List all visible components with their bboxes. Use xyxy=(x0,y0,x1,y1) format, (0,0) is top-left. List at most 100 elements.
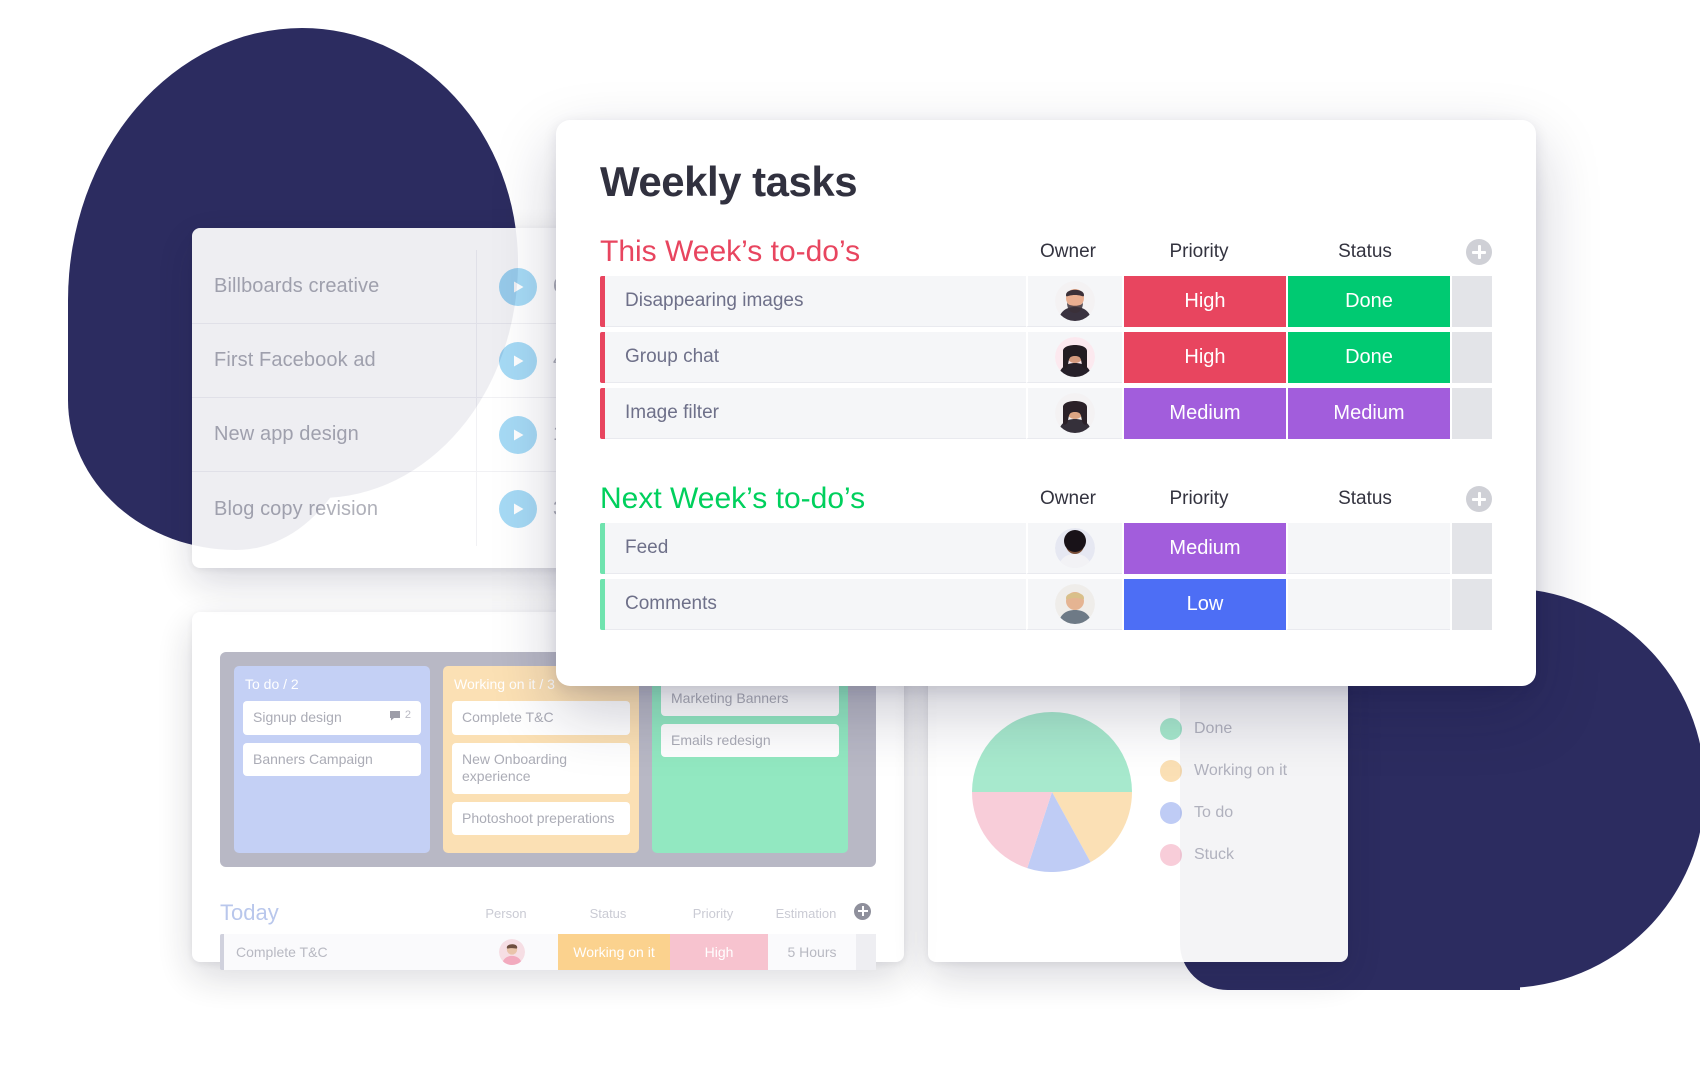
legend-label: Stuck xyxy=(1194,846,1235,863)
today-person-cell[interactable] xyxy=(466,934,558,970)
status-cell[interactable]: Done xyxy=(1286,276,1450,327)
column-header-priority: Priority xyxy=(1169,488,1229,509)
owner-cell[interactable] xyxy=(1026,579,1122,630)
kanban-card-label: Signup design xyxy=(253,709,342,725)
task-name: Image filter xyxy=(605,388,1026,439)
avatar xyxy=(1055,528,1095,568)
kanban-card-label: Emails redesign xyxy=(671,731,771,748)
today-col-estimation: Estimation xyxy=(775,905,837,921)
timer-task-name: First Facebook ad xyxy=(214,349,376,371)
avatar xyxy=(1055,584,1095,624)
column-header-status: Status xyxy=(1338,241,1392,262)
legend-item: Stuck xyxy=(1160,844,1287,866)
play-icon[interactable] xyxy=(499,490,537,528)
plus-circle-icon[interactable] xyxy=(1466,486,1492,512)
column-header-status: Status xyxy=(1338,488,1392,509)
kanban-column-title: To do / 2 xyxy=(245,676,299,692)
column-header-owner: Owner xyxy=(1040,488,1096,509)
today-task-row[interactable]: Complete T&C Working on it High 5 Hours xyxy=(220,934,876,970)
kanban-card-label: Marketing Banners xyxy=(671,690,789,706)
owner-cell[interactable] xyxy=(1026,276,1122,327)
section-title: This Week’s to-do’s xyxy=(600,235,861,268)
legend-swatch xyxy=(1160,718,1182,740)
column-header-owner: Owner xyxy=(1040,241,1096,262)
timer-task-name: Billboards creative xyxy=(214,275,380,297)
kanban-card-item[interactable]: Complete T&C xyxy=(452,701,630,735)
plus-circle-icon[interactable] xyxy=(854,902,876,922)
status-cell[interactable]: Done xyxy=(1286,332,1450,383)
task-name: Comments xyxy=(605,579,1026,630)
priority-cell[interactable]: High xyxy=(1122,276,1286,327)
kanban-card-label: Complete T&C xyxy=(462,709,554,725)
kanban-column: Marketing Banners Emails redesign xyxy=(652,666,848,853)
section-header: This Week’s to-do’s Owner Priority Status xyxy=(600,228,1492,276)
today-col-status: Status xyxy=(589,905,627,921)
composite-illustration: Billboards creative6h 55mFirst Facebook … xyxy=(0,0,1700,1085)
priority-cell[interactable]: Medium xyxy=(1122,388,1286,439)
today-label: Today xyxy=(220,900,279,925)
timer-task-name: New app design xyxy=(214,423,359,445)
task-name: Disappearing images xyxy=(605,276,1026,327)
today-row-tail xyxy=(856,934,876,970)
today-status-cell[interactable]: Working on it xyxy=(558,934,670,970)
kanban-card-item[interactable]: Signup design 2 xyxy=(243,701,421,735)
task-table: Feed Medium Comments Low xyxy=(600,523,1492,630)
kanban-card-label: Banners Campaign xyxy=(253,750,373,767)
kanban-card-item[interactable]: Photoshoot preperations xyxy=(452,801,630,835)
avatar xyxy=(1055,281,1095,321)
today-task-name: Complete T&C xyxy=(224,934,466,970)
status-cell[interactable]: Medium xyxy=(1286,388,1450,439)
today-col-person: Person xyxy=(485,905,527,921)
comment-count: 2 xyxy=(404,709,411,721)
owner-cell[interactable] xyxy=(1026,388,1122,439)
legend-item: To do xyxy=(1160,802,1287,824)
priority-cell[interactable]: Medium xyxy=(1122,523,1286,574)
legend-item: Done xyxy=(1160,718,1287,740)
legend-swatch xyxy=(1160,760,1182,782)
priority-cell[interactable]: High xyxy=(1122,332,1286,383)
status-cell[interactable] xyxy=(1286,523,1450,574)
table-row[interactable]: Feed Medium xyxy=(600,523,1492,574)
section-title: Next Week’s to-do’s xyxy=(600,482,866,515)
legend-label: Done xyxy=(1194,720,1233,737)
task-name: Group chat xyxy=(605,332,1026,383)
legend-swatch xyxy=(1160,802,1182,824)
table-row[interactable]: Image filter Medium Medium xyxy=(600,388,1492,439)
kanban-column: Working on it / 3 Complete T&C New Onboard… xyxy=(443,666,639,853)
play-icon[interactable] xyxy=(499,415,537,454)
table-row[interactable]: Disappearing images High Done xyxy=(600,276,1492,327)
priority-cell[interactable]: Low xyxy=(1122,579,1286,630)
avatar xyxy=(1055,393,1095,433)
status-cell[interactable] xyxy=(1286,579,1450,630)
kanban-card-label: New Onboarding experience xyxy=(462,750,568,785)
owner-cell[interactable] xyxy=(1026,523,1122,574)
today-priority-cell[interactable]: High xyxy=(670,934,768,970)
task-table: Disappearing images High Done Group chat Hig… xyxy=(600,276,1492,439)
row-tail-cell xyxy=(1450,523,1492,574)
today-estimation-cell[interactable]: 5 Hours xyxy=(768,934,856,970)
play-icon[interactable] xyxy=(499,267,537,306)
table-row[interactable]: Group chat High Done xyxy=(600,332,1492,383)
plus-circle-icon[interactable] xyxy=(1466,239,1492,265)
legend-swatch xyxy=(1160,844,1182,866)
comment-icon: 2 xyxy=(389,709,411,723)
row-tail-cell xyxy=(1450,332,1492,383)
avatar xyxy=(1055,337,1095,377)
kanban-card-item[interactable]: Marketing Banners xyxy=(661,682,839,716)
owner-cell[interactable] xyxy=(1026,332,1122,383)
today-col-priority: Priority xyxy=(692,905,734,921)
pie-slice xyxy=(972,712,1132,792)
timer-task-name: Blog copy revision xyxy=(214,497,379,520)
today-header: Today Person Status Priority Estimation xyxy=(220,900,876,926)
kanban-card-item[interactable]: Banners Campaign xyxy=(243,742,421,776)
section-header: Next Week’s to-do’s Owner Priority Status xyxy=(600,475,1492,523)
legend-label: To do xyxy=(1194,804,1234,821)
play-icon[interactable] xyxy=(499,341,537,380)
table-row[interactable]: Comments Low xyxy=(600,579,1492,630)
kanban-card-item[interactable]: Emails redesign xyxy=(661,723,839,757)
kanban-card-label: Photoshoot preperations xyxy=(462,809,615,826)
kanban-card-item[interactable]: New Onboarding experience xyxy=(452,742,630,794)
task-name: Feed xyxy=(605,523,1026,574)
column-header-priority: Priority xyxy=(1169,241,1229,262)
